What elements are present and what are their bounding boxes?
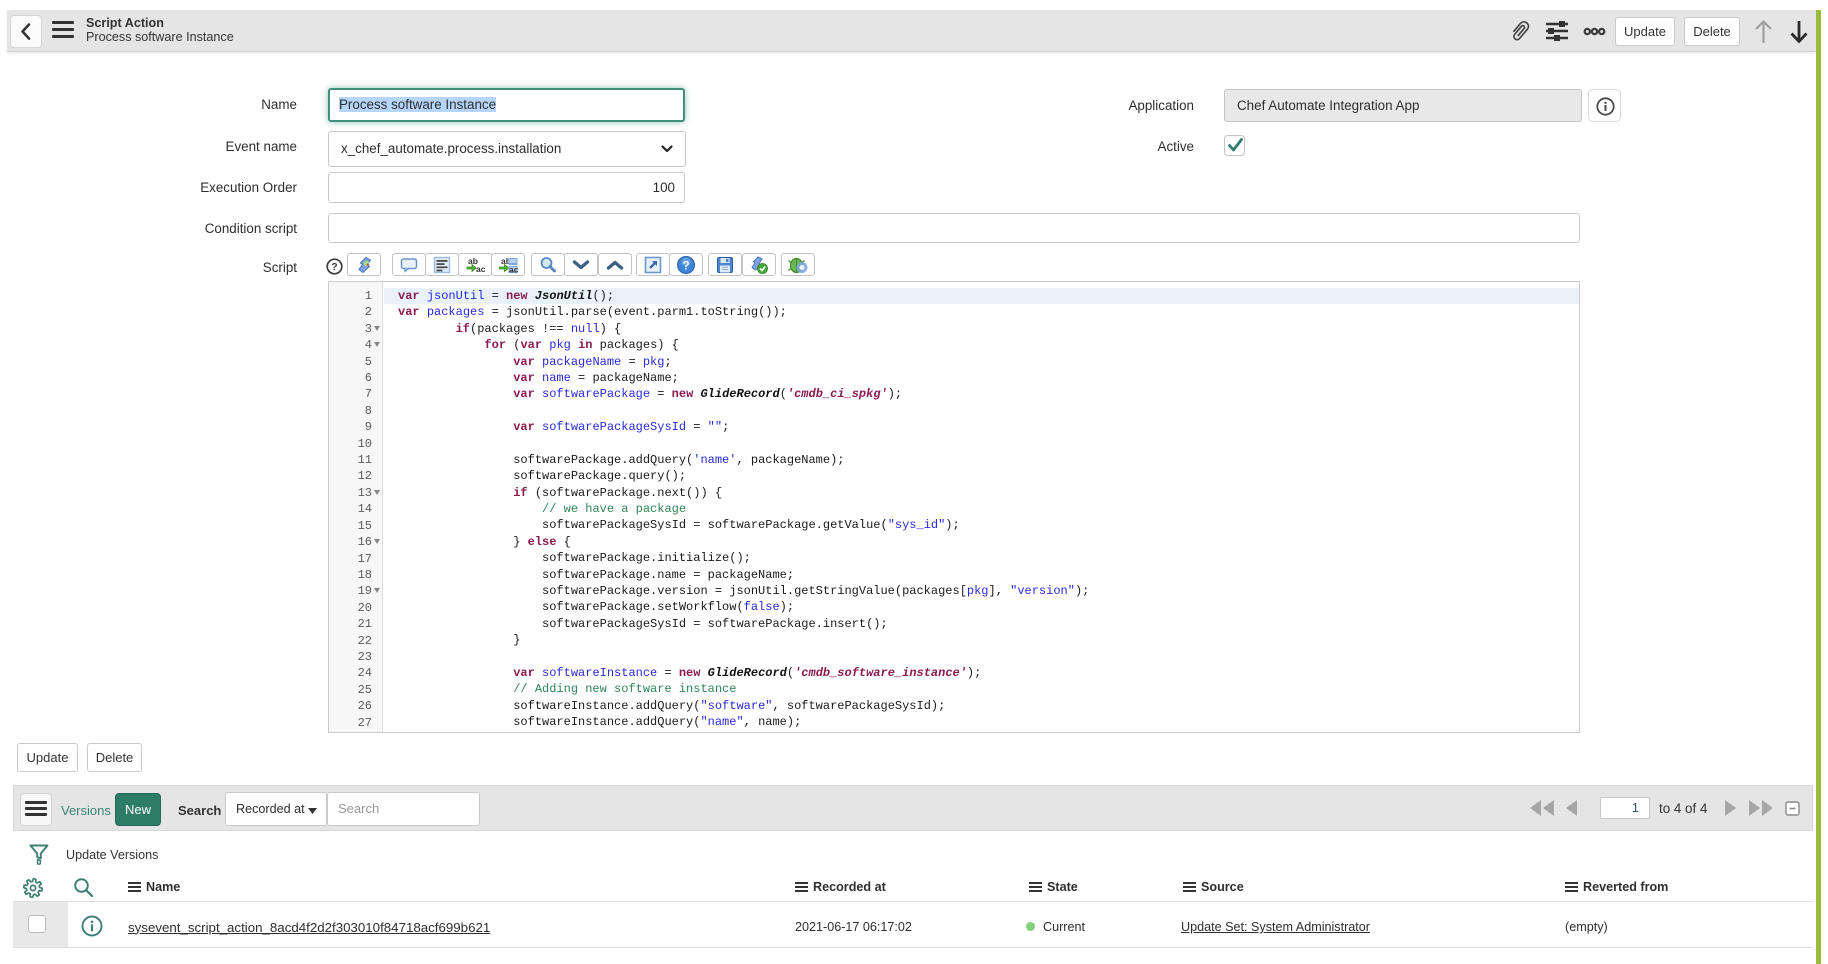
- svg-text:?: ?: [331, 261, 337, 273]
- svg-text:ac: ac: [476, 264, 485, 274]
- svg-text:ac: ac: [509, 264, 518, 274]
- svg-text:?: ?: [682, 260, 689, 272]
